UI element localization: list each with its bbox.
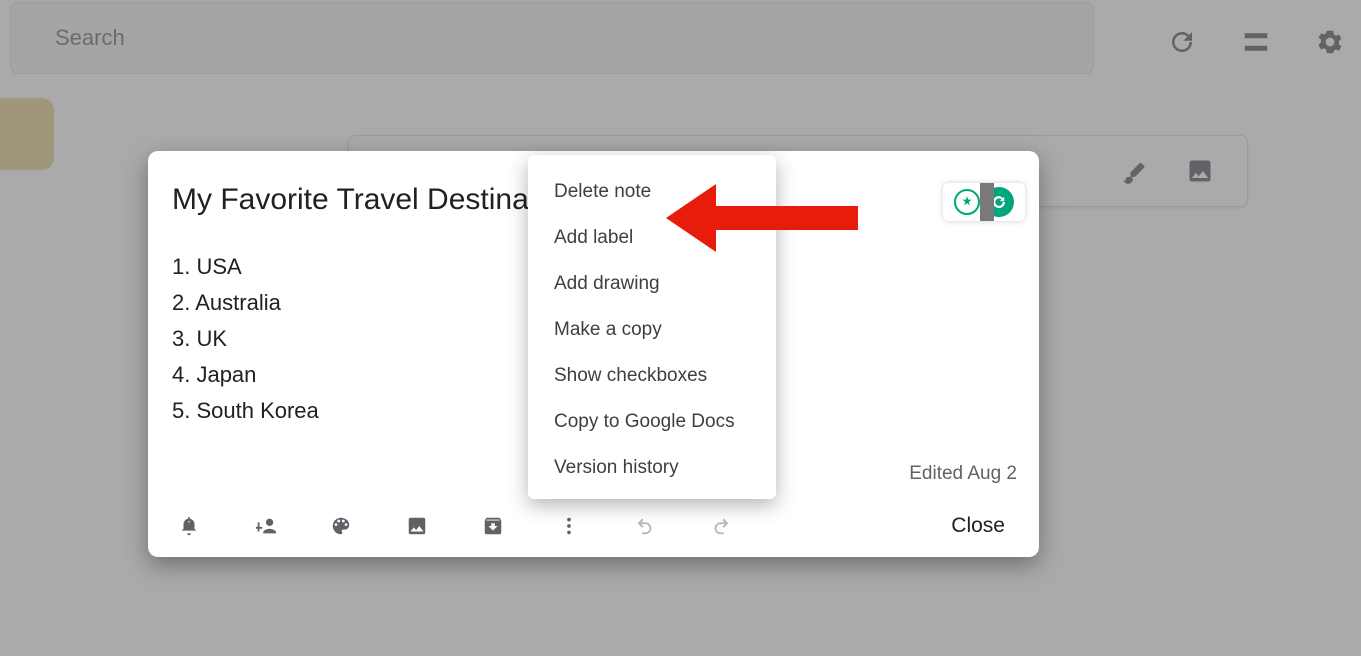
menu-item-show-checkboxes[interactable]: Show checkboxes: [528, 353, 776, 399]
grammarly-g-icon: [984, 187, 1014, 217]
search-bar[interactable]: [10, 2, 1094, 74]
add-image-button[interactable]: [394, 503, 440, 549]
menu-item-add-label[interactable]: Add label: [528, 215, 776, 261]
redo-button[interactable]: [698, 503, 744, 549]
background-options-button[interactable]: [318, 503, 364, 549]
image-icon[interactable]: [1183, 154, 1217, 188]
grammarly-badge[interactable]: [943, 183, 1025, 221]
menu-item-version-history[interactable]: Version history: [528, 445, 776, 491]
note-edited-timestamp: Edited Aug 2: [909, 463, 1017, 485]
menu-item-delete-note[interactable]: Delete note: [528, 169, 776, 215]
brush-icon[interactable]: [1117, 154, 1151, 188]
note-line: 1. USA: [172, 249, 319, 285]
settings-button[interactable]: [1306, 18, 1354, 66]
note-toolbar: Close: [148, 495, 1039, 557]
note-body[interactable]: 1. USA 2. Australia 3. UK 4. Japan 5. So…: [172, 249, 319, 429]
undo-button[interactable]: [622, 503, 668, 549]
more-button[interactable]: [546, 503, 592, 549]
grammarly-ideas-icon: [954, 189, 980, 215]
menu-item-add-drawing[interactable]: Add drawing: [528, 261, 776, 307]
refresh-button[interactable]: [1158, 18, 1206, 66]
archive-button[interactable]: [470, 503, 516, 549]
menu-item-make-a-copy[interactable]: Make a copy: [528, 307, 776, 353]
note-line: 4. Japan: [172, 357, 319, 393]
more-dropdown-menu: Delete note Add label Add drawing Make a…: [528, 155, 776, 499]
close-button[interactable]: Close: [935, 506, 1021, 546]
note-line: 2. Australia: [172, 285, 319, 321]
note-line: 5. South Korea: [172, 393, 319, 429]
list-view-button[interactable]: [1232, 18, 1280, 66]
collaborator-button[interactable]: [242, 503, 288, 549]
lights-tile: [0, 98, 54, 170]
remind-me-button[interactable]: [166, 503, 212, 549]
note-line: 3. UK: [172, 321, 319, 357]
search-input[interactable]: [55, 25, 955, 51]
menu-item-copy-to-google-docs[interactable]: Copy to Google Docs: [528, 399, 776, 445]
